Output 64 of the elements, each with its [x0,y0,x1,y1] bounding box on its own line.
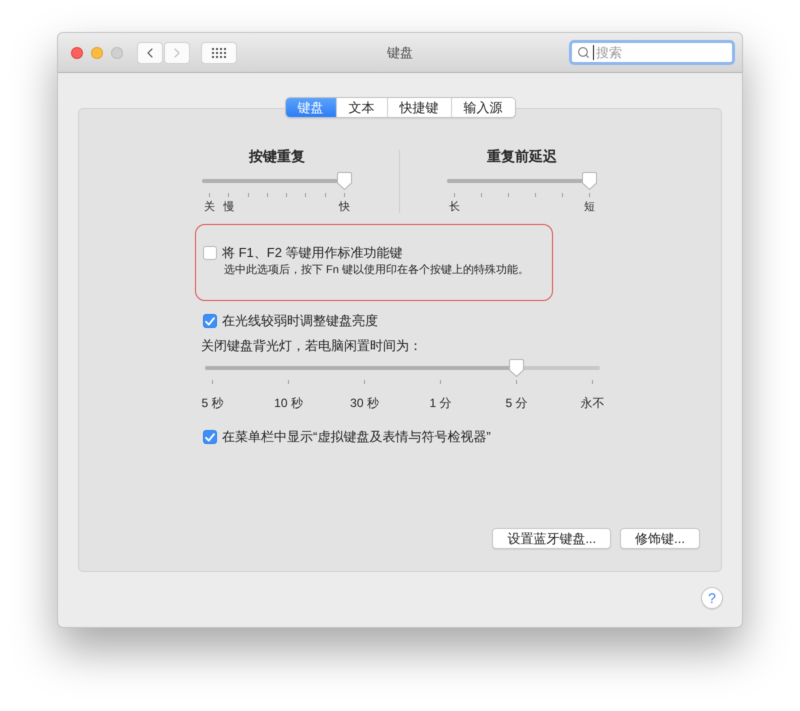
text-cursor [593,45,594,60]
action-button[interactable]: 设置蓝牙键盘... [492,528,612,549]
tick-mark [592,380,593,384]
tick-mark [364,380,365,384]
show-all-button[interactable] [201,42,237,64]
tick-mark [228,193,230,197]
tick-label: 短 [584,200,595,214]
tick-mark [516,380,517,384]
tick-label: 慢 [223,200,234,214]
tick-label: 5 分 [506,396,528,410]
slider-title: 关闭键盘背光灯，若电脑闲置时间为： [200,337,423,355]
slider-thumb[interactable] [509,359,524,377]
tick-mark [440,380,441,384]
tick-label: 10 秒 [274,396,303,410]
tick-mark [248,193,249,197]
minimize-button[interactable] [91,46,103,58]
help-button[interactable]: ? [701,587,723,609]
slider-track[interactable] [205,359,600,377]
tick-mark [562,193,563,197]
tab[interactable]: 文本 [336,98,386,117]
option-description: 选中此选项后，按下 Fn 键以使用印在各个按键上的特殊功能。 [223,263,529,278]
tick-label: 快 [338,200,350,214]
tick-label: 5 秒 [202,396,224,410]
checkmark-icon [205,316,215,326]
tick-mark [454,193,455,197]
tick-mark [508,193,509,197]
tab[interactable]: 输入源 [450,98,514,117]
tick-mark [288,380,289,384]
tick-label: 关 [204,200,215,214]
checkbox[interactable] [203,246,217,260]
checkbox-label: 在菜单栏中显示“虚拟键盘及表情与符号检视器” [222,428,491,446]
tick-mark [305,193,306,197]
search-field[interactable]: 搜索 [569,40,735,65]
slider-thumb[interactable] [337,172,352,190]
tick-mark [324,193,326,197]
slider-title: 重复前延迟 [487,147,557,165]
tab[interactable]: 快捷键 [386,98,450,117]
checkbox-label: 在光线较弱时调整键盘亮度 [222,312,378,330]
action-button[interactable]: 修饰键... [620,528,700,549]
checkbox[interactable] [203,314,217,328]
back-button[interactable] [137,42,163,64]
grid-icon [212,48,226,58]
tick-label: 30 秒 [350,396,379,410]
checkbox-label: 将 F1、F2 等键用作标准功能键 [222,244,404,262]
tick-mark [209,193,210,197]
tick-mark [266,193,268,197]
tick-mark [344,193,345,197]
window-title: 键盘 [387,44,413,62]
tick-mark [535,193,536,197]
tick-mark [212,380,213,384]
tick-mark [286,193,288,197]
tick-mark [481,193,482,197]
checkbox[interactable] [203,430,217,444]
slider-track[interactable] [202,172,352,190]
search-icon [577,46,590,59]
close-button[interactable] [71,46,83,58]
tick-mark [589,193,590,197]
tick-label: 永不 [580,396,604,410]
slider-thumb[interactable] [582,172,597,190]
checkmark-icon [205,432,215,442]
tick-label: 长 [449,200,460,214]
tick-label: 1 分 [430,396,452,410]
slider-title: 按键重复 [249,147,305,165]
slider-track[interactable] [447,172,597,190]
